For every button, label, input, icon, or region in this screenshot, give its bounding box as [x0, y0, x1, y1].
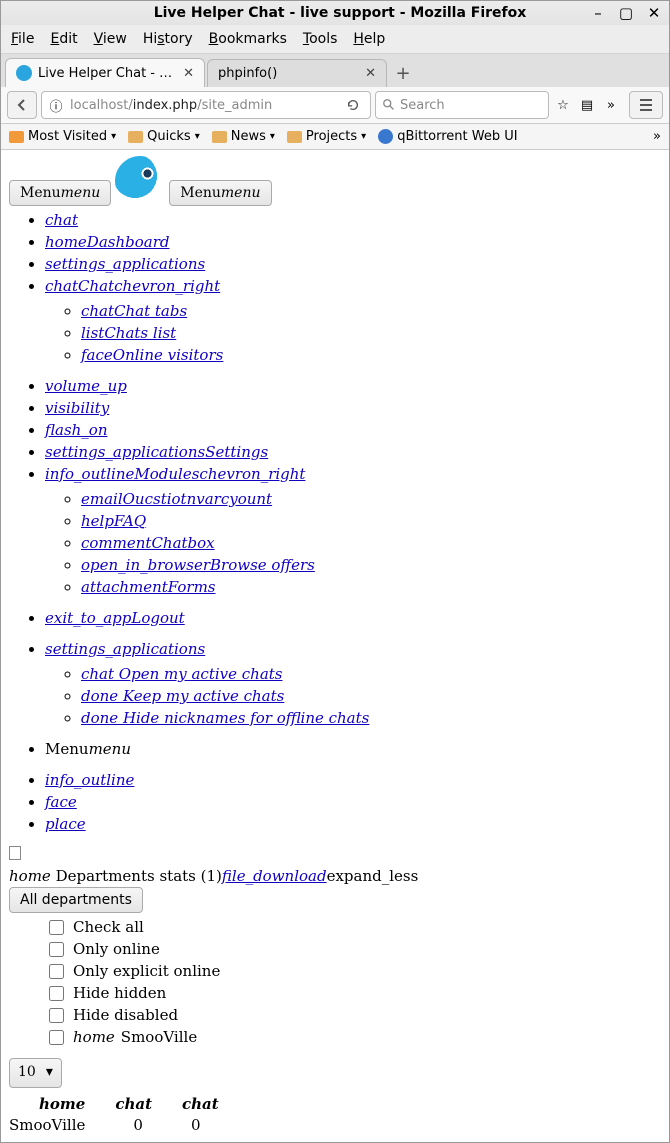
nav-link[interactable]: info_outline: [45, 771, 134, 789]
checkbox-smooville[interactable]: [49, 1030, 64, 1045]
nav-link[interactable]: place: [45, 815, 86, 833]
table-header: home chat chat: [9, 1094, 661, 1115]
hamburger-menu-button[interactable]: [629, 91, 663, 119]
nav-link[interactable]: done Hide nicknames for offline chats: [81, 709, 369, 727]
address-bar[interactable]: ⓘ localhost/index.php/site_admin: [41, 91, 371, 119]
menu-file[interactable]: File: [11, 31, 34, 47]
search-icon: [382, 98, 396, 112]
bookmark-projects[interactable]: Projects▾: [287, 129, 366, 144]
bookmark-star-icon[interactable]: ☆: [553, 98, 573, 113]
nav-link[interactable]: chatChat tabs: [81, 302, 187, 320]
nav-link[interactable]: info_outlineModuleschevron_right: [45, 465, 305, 483]
menu-button-left[interactable]: Menumenu: [9, 180, 111, 206]
nav-link[interactable]: chat Open my active chats: [81, 665, 283, 683]
identity-icon[interactable]: ⓘ: [46, 96, 66, 115]
nav-link[interactable]: settings_applicationsSettings: [45, 443, 268, 461]
checkbox-only-explicit[interactable]: [49, 964, 64, 979]
chevron-down-icon: ▾: [46, 1063, 53, 1083]
favicon-icon: [16, 65, 32, 81]
nav-link[interactable]: faceOnline visitors: [81, 346, 223, 364]
nav-link[interactable]: commentChatbox: [81, 534, 215, 552]
nav-link[interactable]: homeDashboard: [45, 233, 169, 251]
pocket-icon[interactable]: ▤: [577, 98, 597, 113]
all-departments-button[interactable]: All departments: [9, 887, 143, 913]
bookmark-most-visited[interactable]: Most Visited▾: [9, 129, 116, 144]
nav-link[interactable]: chatChatchevron_right: [45, 277, 220, 295]
folder-icon: [9, 131, 24, 143]
reload-button[interactable]: [340, 98, 366, 112]
nav-link[interactable]: flash_on: [45, 421, 108, 439]
departments-stats-line: home Departments stats (1)file_downloade…: [9, 866, 661, 887]
bookmark-news[interactable]: News▾: [212, 129, 275, 144]
nav-link[interactable]: visibility: [45, 399, 109, 417]
nav-link[interactable]: emailOucstiotnvarcyount: [81, 490, 272, 508]
menu-view[interactable]: View: [94, 31, 127, 47]
overflow-icon[interactable]: »: [601, 98, 621, 113]
checkbox-hide-disabled[interactable]: [49, 1008, 64, 1023]
flag-icon: [9, 846, 21, 860]
nav-link[interactable]: face: [45, 793, 77, 811]
file-download-link[interactable]: file_download: [222, 867, 327, 885]
menubar: File Edit View History Bookmarks Tools H…: [1, 25, 669, 54]
menu-bookmarks[interactable]: Bookmarks: [209, 31, 287, 47]
menu-tools[interactable]: Tools: [303, 31, 338, 47]
hamburger-icon: [638, 97, 654, 113]
folder-icon: [212, 131, 227, 143]
checkbox-hide-hidden[interactable]: [49, 986, 64, 1001]
bookmarks-toolbar: Most Visited▾ Quicks▾ News▾ Projects▾ qB…: [1, 124, 669, 150]
nav-link[interactable]: attachmentForms: [81, 578, 216, 596]
nav-link[interactable]: settings_applications: [45, 640, 205, 658]
folder-icon: [128, 131, 143, 143]
menu-history[interactable]: History: [143, 31, 193, 47]
menu-help[interactable]: Help: [353, 31, 385, 47]
menu-edit[interactable]: Edit: [50, 31, 77, 47]
bookmarks-overflow-icon[interactable]: »: [653, 129, 661, 144]
window-title: Live Helper Chat - live support - Mozill…: [89, 5, 591, 21]
minimize-icon[interactable]: –: [591, 6, 605, 20]
bookmark-qbittorrent[interactable]: qBittorrent Web UI: [378, 129, 517, 144]
url-text: localhost/index.php/site_admin: [66, 98, 340, 113]
maximize-icon[interactable]: ▢: [619, 6, 633, 20]
tab-bar: Live Helper Chat - liv... ✕ phpinfo() ✕ …: [1, 54, 669, 87]
back-button[interactable]: [7, 91, 37, 119]
menu-button-right[interactable]: Menumenu: [169, 180, 271, 206]
search-bar[interactable]: Search: [375, 91, 549, 119]
table-row: SmooVille 0 0: [9, 1115, 661, 1136]
checkbox-check-all[interactable]: [49, 920, 64, 935]
nav-link[interactable]: helpFAQ: [81, 512, 146, 530]
nav-link[interactable]: chat: [45, 211, 78, 229]
new-tab-button[interactable]: +: [389, 59, 417, 87]
qbittorrent-icon: [378, 129, 393, 144]
arrow-left-icon: [14, 97, 30, 113]
menu-text: Menumenu: [45, 740, 131, 758]
nav-link[interactable]: done Keep my active chats: [81, 687, 284, 705]
nav-link[interactable]: listChats list: [81, 324, 176, 342]
nav-link[interactable]: settings_applications: [45, 255, 205, 273]
close-icon[interactable]: ✕: [647, 6, 661, 20]
nav-link[interactable]: open_in_browserBrowse offers: [81, 556, 315, 574]
nav-link[interactable]: volume_up: [45, 377, 127, 395]
reload-icon: [346, 98, 360, 112]
nav-list: chat homeDashboard settings_applications…: [27, 210, 661, 629]
lhc-logo-icon: [115, 156, 165, 206]
nav-link[interactable]: exit_to_appLogout: [45, 609, 185, 627]
tab-phpinfo[interactable]: phpinfo() ✕: [207, 59, 387, 87]
tab-close-icon[interactable]: ✕: [183, 66, 194, 81]
page-content: Menumenu Menumenu chat homeDashboard set…: [1, 150, 669, 1142]
tab-close-icon[interactable]: ✕: [365, 66, 376, 81]
bookmark-quicks[interactable]: Quicks▾: [128, 129, 200, 144]
folder-icon: [287, 131, 302, 143]
checkbox-only-online[interactable]: [49, 942, 64, 957]
page-size-select[interactable]: 10 ▾: [9, 1058, 62, 1088]
tab-live-helper[interactable]: Live Helper Chat - liv... ✕: [5, 58, 205, 87]
